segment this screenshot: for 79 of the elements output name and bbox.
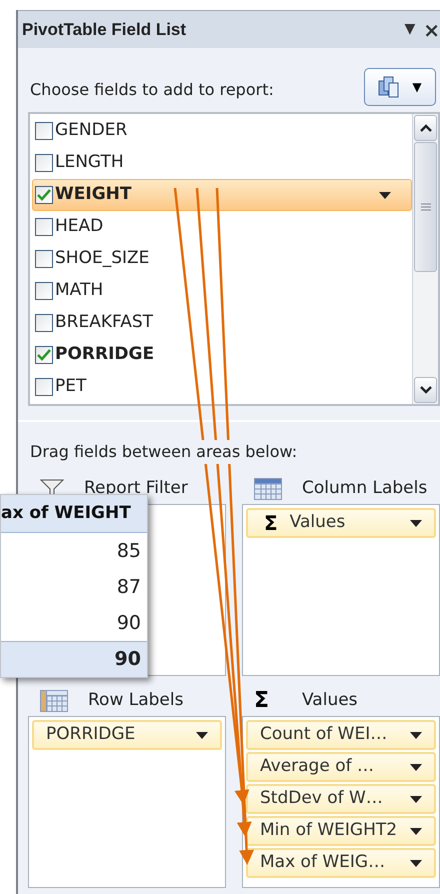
scroll-up-icon[interactable] xyxy=(414,115,437,141)
area-title: Report Filter xyxy=(84,477,188,500)
drag-label: Drag fields between areas below: xyxy=(30,440,298,464)
field-chip[interactable]: Average of … xyxy=(246,752,436,782)
checkbox[interactable] xyxy=(35,122,53,140)
scroll-thumb[interactable] xyxy=(414,142,437,272)
chip-label: Count of WEI… xyxy=(260,723,388,746)
scrollbar[interactable] xyxy=(412,114,438,404)
chip-label: Average of … xyxy=(260,755,376,778)
table-cell-text: 85 xyxy=(116,538,142,564)
table-cell-text: 90 xyxy=(116,610,142,636)
caret-icon xyxy=(196,732,208,738)
field-label: PET xyxy=(55,375,88,398)
menu-glyph[interactable]: ▼ xyxy=(396,19,424,40)
area-title: Column Labels xyxy=(302,477,428,500)
layout-icon xyxy=(378,76,400,98)
field-label: BREAKFAST xyxy=(55,311,154,334)
field-item[interactable]: SHOE_SIZE xyxy=(32,243,412,275)
field-item[interactable]: LENGTH xyxy=(32,147,412,179)
check-icon xyxy=(37,189,51,201)
field-item[interactable]: GENDER xyxy=(32,115,412,147)
header-text: ax of WEIGHT xyxy=(1,502,131,525)
chip-label: StdDev of W… xyxy=(260,787,384,810)
checkbox[interactable] xyxy=(35,154,53,172)
checkbox[interactable] xyxy=(35,346,53,364)
chip-label: Max of WEIG… xyxy=(260,851,386,874)
checkbox[interactable] xyxy=(35,250,53,268)
caret-icon xyxy=(410,796,422,802)
field-label: SHOE_SIZE xyxy=(55,247,150,270)
sigma-icon: Σ xyxy=(254,690,282,712)
chip-label: PORRIDGE xyxy=(46,723,136,746)
checkbox[interactable] xyxy=(35,186,53,204)
drop-area[interactable]: Count of WEI… Average of … StdDev of W… Min of WEIGHT2 Max of WEIG… xyxy=(242,716,440,888)
field-item[interactable]: WEIGHT xyxy=(32,179,412,211)
drop-area[interactable]: Σ Values xyxy=(242,504,440,676)
field-item[interactable]: PORRIDGE xyxy=(32,339,412,371)
field-chip[interactable]: Σ Values xyxy=(246,508,436,538)
checkbox[interactable] xyxy=(35,314,53,332)
check-icon xyxy=(37,349,51,361)
caret-icon xyxy=(379,192,391,198)
close-glyph[interactable]: × xyxy=(423,14,440,44)
field-label: PORRIDGE xyxy=(55,343,156,366)
field-label: WEIGHT xyxy=(55,183,132,206)
grid-icon xyxy=(254,478,282,500)
field-label: MATH xyxy=(55,279,104,302)
table-cell: 90 xyxy=(1,641,147,677)
grid-icon xyxy=(40,690,68,712)
checkbox[interactable] xyxy=(35,378,53,396)
checkbox[interactable] xyxy=(35,218,53,236)
layout-button[interactable]: ▼ xyxy=(364,68,436,106)
caret-glyph: ▼ xyxy=(412,79,422,96)
scroll-down-icon[interactable] xyxy=(414,377,437,403)
field-label: GENDER xyxy=(55,119,128,142)
caret-icon xyxy=(410,520,422,526)
choose-label: Choose fields to add to report: xyxy=(30,79,274,101)
window-title: PivotTable Field List xyxy=(22,18,188,41)
table-cell-text: 87 xyxy=(116,574,142,600)
chip-label: Values xyxy=(290,511,346,534)
field-label: HEAD xyxy=(55,215,104,238)
field-chip[interactable]: Max of WEIG… xyxy=(246,848,436,878)
field-item[interactable]: PET xyxy=(32,371,412,403)
checkbox[interactable] xyxy=(35,282,53,300)
field-chip[interactable]: StdDev of W… xyxy=(246,784,436,814)
chip-label: Min of WEIGHT2 xyxy=(260,819,398,842)
caret-icon xyxy=(410,828,422,834)
area-title: Row Labels xyxy=(88,689,184,712)
field-chip[interactable]: Min of WEIGHT2 xyxy=(246,816,436,846)
caret-icon xyxy=(410,732,422,738)
field-chip[interactable]: PORRIDGE xyxy=(32,720,222,750)
area-title: Values xyxy=(302,689,358,712)
field-label: LENGTH xyxy=(55,151,125,174)
field-item[interactable]: BREAKFAST xyxy=(32,307,412,339)
field-item[interactable]: MATH xyxy=(32,275,412,307)
field-chip[interactable]: Count of WEI… xyxy=(246,720,436,750)
sigma-icon: Σ xyxy=(260,508,282,538)
field-item[interactable]: HEAD xyxy=(32,211,412,243)
caret-icon xyxy=(410,764,422,770)
drop-area[interactable]: PORRIDGE xyxy=(28,716,226,888)
caret-icon xyxy=(410,860,422,866)
